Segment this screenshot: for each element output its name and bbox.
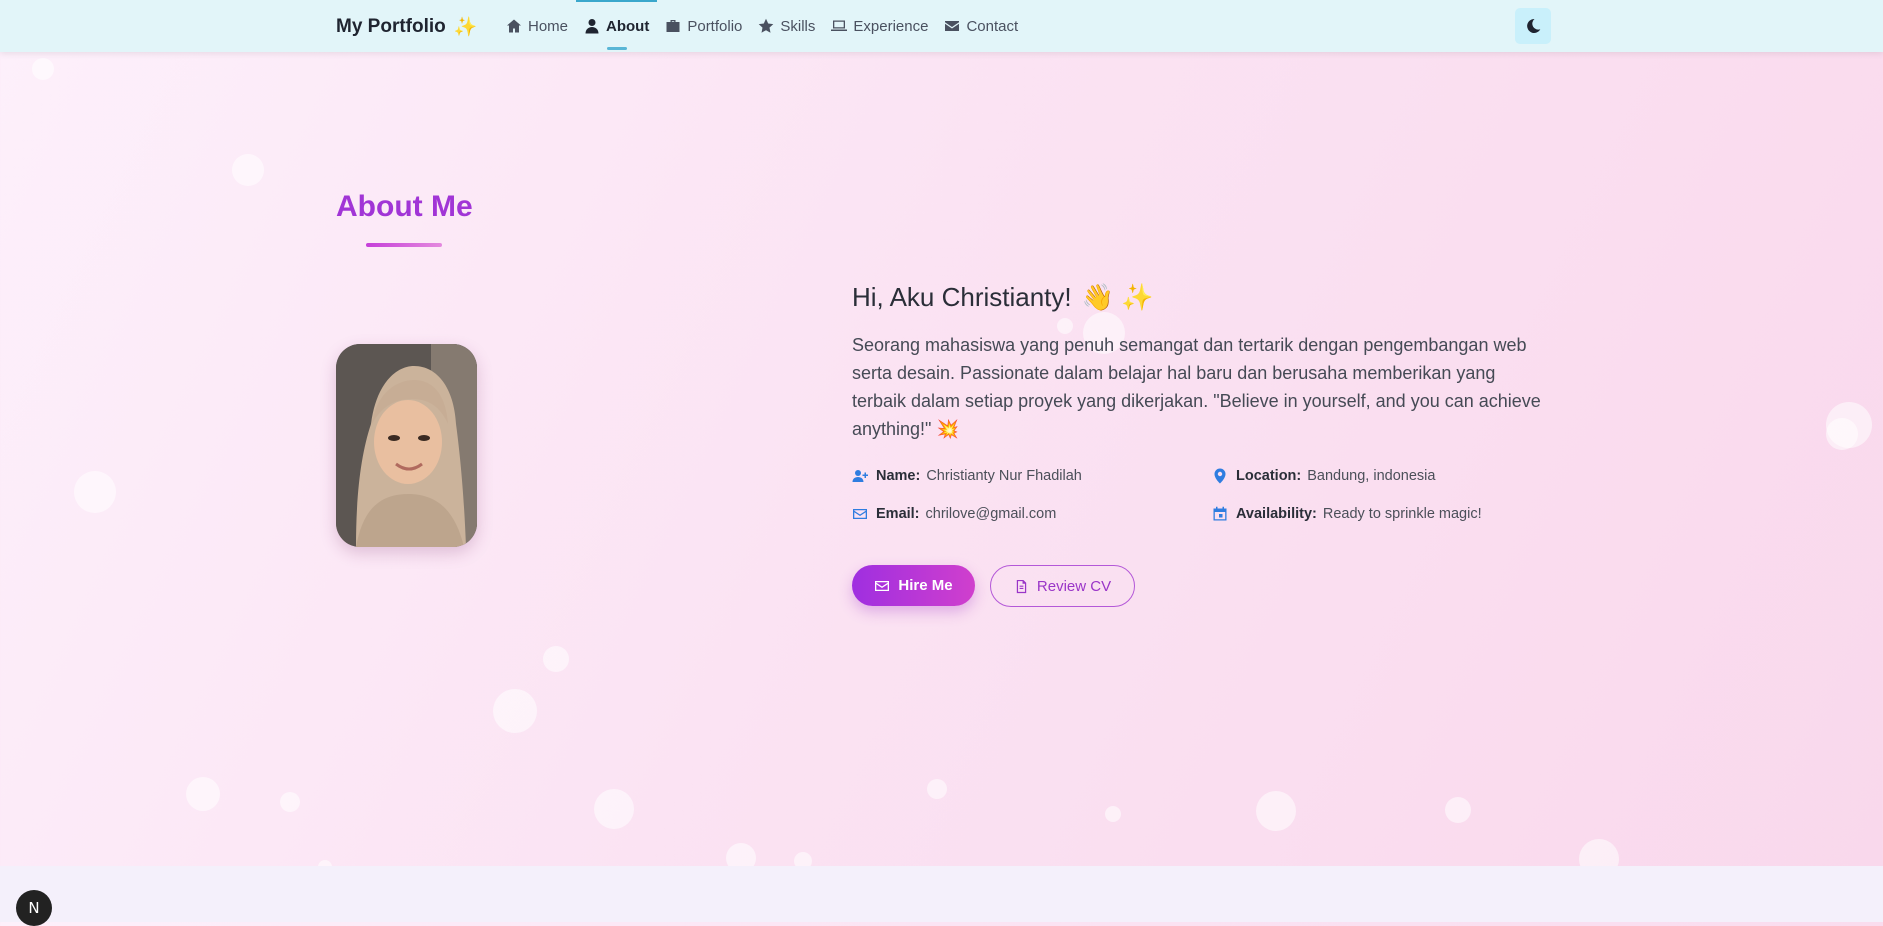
decorative-bubble [543, 646, 569, 672]
next-section [0, 866, 1883, 922]
review-cv-button[interactable]: Review CV [990, 565, 1135, 607]
moon-icon [1527, 18, 1541, 33]
profile-photo [336, 344, 477, 547]
info-email-value: chrilove@gmail.com [925, 506, 1057, 522]
section-title: About Me [336, 190, 473, 223]
info-name-label: Name: [876, 468, 921, 484]
nav-item-home[interactable]: Home [498, 0, 576, 52]
brand-text: My Portfolio [336, 16, 446, 37]
decorative-bubble [927, 779, 947, 799]
portrait-illustration [336, 344, 477, 547]
nav-item-label: Portfolio [687, 17, 743, 35]
star-icon [759, 18, 774, 33]
nav-item-label: Home [528, 17, 569, 35]
title-underline [366, 243, 442, 247]
decorative-bubble [1826, 418, 1858, 450]
user-add-icon [852, 470, 868, 482]
navbar: My Portfolio ✨ Home About Portfolio Skil… [0, 0, 1883, 52]
review-cv-label: Review CV [1036, 577, 1112, 595]
nav-item-label: Contact [966, 17, 1019, 35]
nav-item-skills[interactable]: Skills [750, 0, 823, 52]
dev-indicator-button[interactable]: N [16, 890, 52, 926]
info-availability: Availability: Ready to sprinkle magic! [1212, 506, 1482, 522]
decorative-bubble [594, 789, 634, 829]
decorative-bubble [1445, 797, 1471, 823]
wave-sparkles-icon: 👋 ✨ [1081, 282, 1154, 312]
envelope-icon [875, 580, 890, 591]
decorative-bubble [493, 689, 537, 733]
calendar-icon [1213, 506, 1227, 521]
decorative-bubble [186, 777, 220, 811]
user-icon [585, 19, 599, 34]
bio-paragraph: Seorang mahasiswa yang penuh semangat da… [852, 335, 1541, 439]
nav-item-contact[interactable]: Contact [936, 0, 1026, 52]
decorative-bubble [74, 471, 116, 513]
info-email: Email: chrilove@gmail.com [852, 506, 1056, 522]
info-location-label: Location: [1236, 468, 1302, 484]
decorative-bubble [1105, 806, 1121, 822]
info-availability-value: Ready to sprinkle magic! [1322, 506, 1482, 522]
envelope-icon [945, 21, 960, 31]
laptop-icon [831, 20, 848, 31]
info-availability-label: Availability: [1236, 506, 1317, 522]
nav-item-label: Experience [853, 17, 929, 35]
envelope-open-icon [853, 509, 867, 519]
map-pin-icon [1214, 468, 1226, 484]
greeting-text: Hi, Aku Christianty! [852, 282, 1072, 312]
greeting-heading: Hi, Aku Christianty! 👋 ✨ [852, 282, 1154, 313]
nav-menu: Home About Portfolio Skills Experience C… [498, 0, 1026, 52]
nav-item-label: Skills [780, 17, 816, 35]
briefcase-icon [666, 20, 680, 32]
brand-logo[interactable]: My Portfolio ✨ [336, 15, 477, 39]
nav-item-portfolio[interactable]: Portfolio [657, 0, 750, 52]
decorative-bubble [1256, 791, 1296, 831]
theme-toggle-button[interactable] [1515, 8, 1551, 44]
hire-me-button[interactable]: Hire Me [852, 565, 975, 606]
decorative-bubble [232, 154, 264, 186]
info-location-value: Bandung, indonesia [1307, 468, 1436, 484]
home-icon [507, 19, 521, 33]
info-name: Name: Christianty Nur Fhadilah [852, 468, 1082, 484]
info-email-label: Email: [876, 506, 920, 522]
sparkles-icon: ✨ [453, 17, 478, 38]
hire-me-label: Hire Me [898, 577, 953, 594]
info-location: Location: Bandung, indonesia [1212, 468, 1435, 484]
info-name-value: Christianty Nur Fhadilah [926, 468, 1082, 484]
decorative-bubble [32, 58, 54, 80]
decorative-bubble [280, 792, 300, 812]
nav-item-label: About [606, 17, 650, 35]
nav-item-about[interactable]: About [576, 0, 658, 52]
nav-item-experience[interactable]: Experience [823, 0, 936, 52]
document-icon [1016, 579, 1027, 593]
